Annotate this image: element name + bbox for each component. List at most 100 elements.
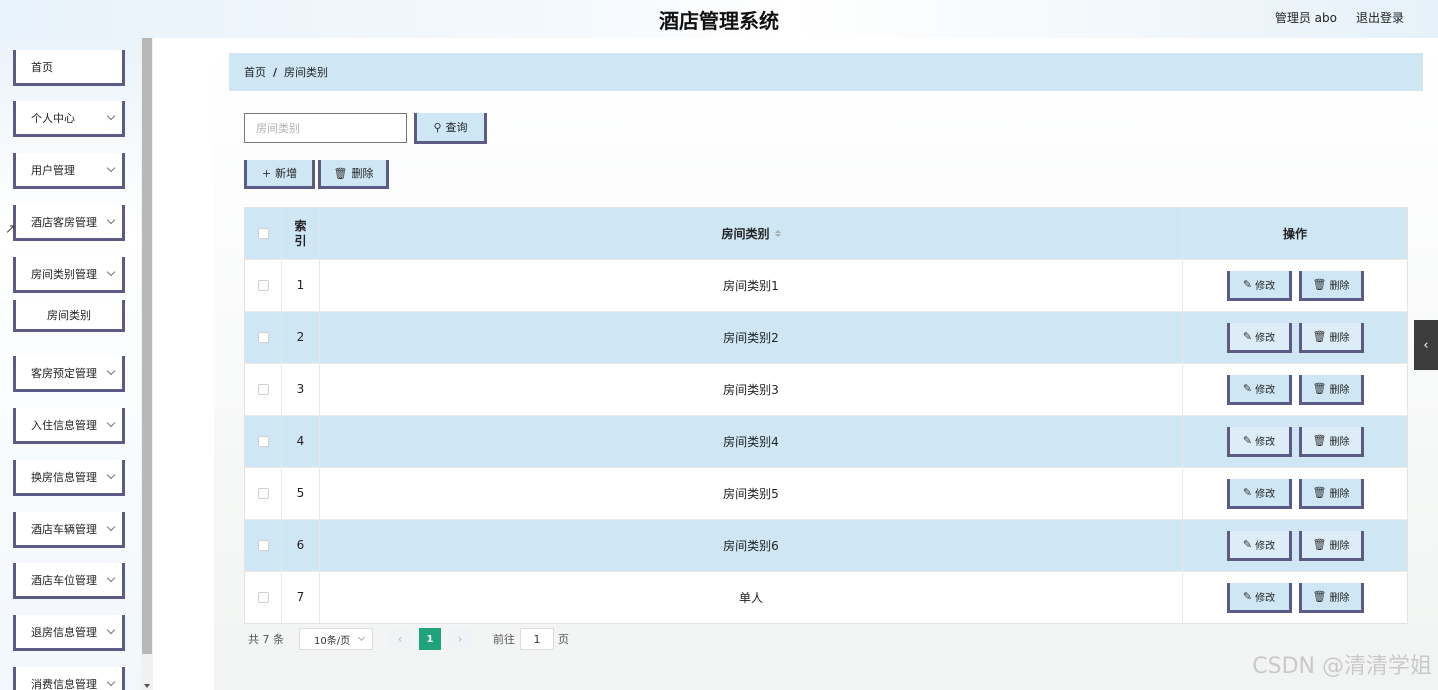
edit-button[interactable]: ✎ 修改 [1226, 426, 1292, 457]
next-page-button[interactable]: › [449, 628, 471, 650]
trash-icon: 🗑 [1312, 537, 1327, 551]
trash-icon: 🗑 [1312, 485, 1327, 499]
delete-button[interactable]: 🗑 删除 [1298, 426, 1364, 457]
table-row: 5 房间类别5 ✎ 修改 🗑 删除 [245, 467, 1407, 519]
row-name: 房间类别5 [320, 468, 1183, 519]
sidebar-item-vehicle-management[interactable]: 酒店车辆管理 [13, 512, 125, 548]
row-checkbox[interactable] [257, 488, 269, 499]
trash-icon: 🗑 [1312, 433, 1327, 447]
delete-button[interactable]: 🗑 删除 [1298, 270, 1364, 301]
delete-button[interactable]: 🗑 删除 [1298, 374, 1364, 405]
sidebar-item-parking-management[interactable]: 酒店车位管理 [13, 563, 125, 599]
sidebar-item-consumption-management[interactable]: 消费信息管理 [13, 667, 125, 690]
search-button[interactable]: ⚲ 查询 [414, 113, 487, 144]
chevron-down-icon [106, 163, 116, 173]
goto-page-input[interactable]: 1 [520, 628, 554, 650]
breadcrumb-current: 房间类别 [284, 66, 329, 79]
edit-button[interactable]: ✎ 修改 [1226, 270, 1292, 301]
sidebar-item-room-management[interactable]: 酒店客房管理 [13, 205, 125, 241]
top-bar: 酒店管理系统 管理员 abo 退出登录 [0, 0, 1438, 38]
table-header: 索引 房间类别 操作 [245, 208, 1407, 259]
logout-link[interactable]: 退出登录 [1356, 9, 1404, 26]
header-name-label: 房间类别 [721, 227, 770, 241]
sidebar-item-label: 消费信息管理 [31, 677, 97, 690]
goto-label: 前往 [493, 633, 515, 646]
sidebar-item-label: 用户管理 [31, 163, 75, 177]
page-size-select[interactable]: 10条/页 [299, 628, 373, 650]
row-checkbox[interactable] [257, 332, 269, 343]
row-name: 单人 [320, 572, 1183, 623]
row-name: 房间类别1 [320, 260, 1183, 311]
edit-icon: ✎ [1242, 589, 1253, 603]
add-button-label: 新增 [275, 167, 298, 180]
row-checkbox[interactable] [257, 540, 269, 551]
collapse-panel-button[interactable]: ‹ [1414, 320, 1438, 370]
sidebar-item-personal-center[interactable]: 个人中心 [13, 101, 125, 137]
edit-label: 修改 [1255, 592, 1276, 604]
delete-label: 删除 [1329, 332, 1350, 344]
edit-label: 修改 [1255, 540, 1276, 552]
pagination: 共 7 条 10条/页 ‹ 1 › 前往 1 页 [248, 628, 569, 650]
trash-icon: 🗑 [1312, 381, 1327, 395]
delete-button[interactable]: 🗑 删除 [1298, 530, 1364, 561]
delete-label: 删除 [1329, 384, 1350, 396]
chevron-down-icon [106, 677, 116, 687]
sidebar-item-label: 酒店车位管理 [31, 573, 97, 587]
edit-button[interactable]: ✎ 修改 [1226, 374, 1292, 405]
sidebar-scrollbar-thumb[interactable] [142, 38, 152, 654]
sidebar-subitem-label: 房间类别 [47, 308, 91, 322]
chevron-down-icon [106, 215, 116, 225]
user-info: 管理员 abo [1274, 11, 1337, 25]
sidebar-item-user-management[interactable]: 用户管理 [13, 153, 125, 189]
sidebar-item-room-change-management[interactable]: 换房信息管理 [13, 460, 125, 496]
header-checkbox-cell [245, 208, 282, 259]
mouse-cursor-icon: ↗ [5, 222, 16, 237]
sidebar-item-booking-management[interactable]: 客房预定管理 [13, 356, 125, 392]
header-index: 索引 [282, 208, 320, 259]
edit-label: 修改 [1255, 488, 1276, 500]
sort-icon[interactable] [774, 230, 781, 237]
trash-icon: 🗑 [333, 166, 348, 180]
trash-icon: 🗑 [1312, 277, 1327, 291]
pagination-total: 共 7 条 [248, 633, 284, 646]
delete-button[interactable]: 🗑 删除 [1298, 582, 1364, 613]
row-checkbox[interactable] [257, 436, 269, 447]
edit-button[interactable]: ✎ 修改 [1226, 582, 1292, 613]
bulk-delete-button[interactable]: 🗑 删除 [318, 160, 389, 189]
sidebar-item-checkout-management[interactable]: 退房信息管理 [13, 615, 125, 651]
chevron-down-icon [106, 625, 116, 635]
prev-page-button[interactable]: ‹ [389, 628, 411, 650]
scroll-down-arrow-icon[interactable] [144, 684, 150, 688]
edit-button[interactable]: ✎ 修改 [1226, 478, 1292, 509]
add-button[interactable]: + 新增 [244, 160, 315, 189]
sidebar-item-label: 个人中心 [31, 111, 75, 125]
row-checkbox[interactable] [257, 384, 269, 395]
select-all-checkbox[interactable] [257, 228, 269, 239]
delete-button[interactable]: 🗑 删除 [1298, 322, 1364, 353]
sidebar-item-checkin-management[interactable]: 入住信息管理 [13, 408, 125, 444]
app-title: 酒店管理系统 [659, 9, 779, 33]
page-number-current[interactable]: 1 [419, 628, 441, 650]
row-name: 房间类别2 [320, 312, 1183, 363]
sidebar-item-room-category-management[interactable]: 房间类别管理 [13, 257, 125, 293]
table-row: 1 房间类别1 ✎ 修改 🗑 删除 [245, 259, 1407, 311]
sidebar-item-home[interactable]: 首页 [13, 50, 125, 86]
delete-button[interactable]: 🗑 删除 [1298, 478, 1364, 509]
chevron-down-icon [106, 267, 116, 277]
search-icon: ⚲ [433, 120, 442, 134]
room-category-table: 索引 房间类别 操作 1 房间类别1 ✎ 修改 🗑 删除 2 房间类别2 ✎ 修改 🗑… [244, 207, 1408, 624]
row-checkbox[interactable] [257, 280, 269, 291]
edit-button[interactable]: ✎ 修改 [1226, 322, 1292, 353]
edit-label: 修改 [1255, 436, 1276, 448]
row-checkbox[interactable] [257, 592, 269, 603]
edit-button[interactable]: ✎ 修改 [1226, 530, 1292, 561]
delete-label: 删除 [1329, 436, 1350, 448]
chevron-down-icon [357, 633, 366, 642]
table-row: 2 房间类别2 ✎ 修改 🗑 删除 [245, 311, 1407, 363]
row-index: 5 [282, 468, 320, 519]
header-name[interactable]: 房间类别 [320, 208, 1183, 259]
edit-icon: ✎ [1242, 485, 1253, 499]
search-input[interactable]: 房间类别 [244, 113, 407, 143]
sidebar-subitem-room-category[interactable]: 房间类别 [13, 300, 125, 332]
breadcrumb-home[interactable]: 首页 [244, 64, 266, 80]
